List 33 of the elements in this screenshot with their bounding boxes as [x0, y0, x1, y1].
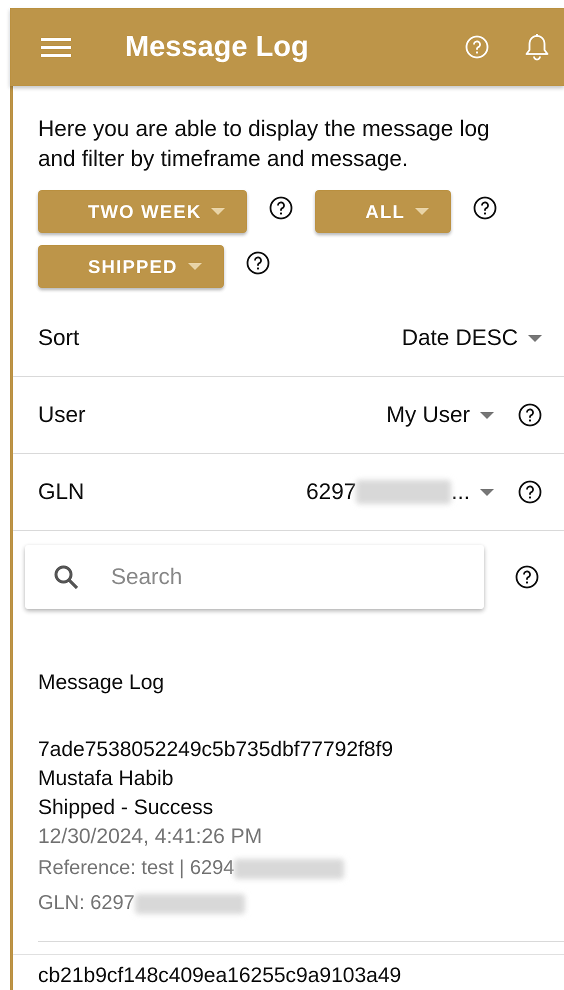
setting-label: GLN — [38, 479, 84, 505]
search-field[interactable]: Search — [25, 545, 484, 609]
timestamp: 12/30/2024, 4:41:26 PM — [38, 824, 264, 850]
setting-value[interactable]: My User — [386, 402, 470, 428]
caret-icon — [188, 263, 202, 270]
page-title: Message Log — [125, 30, 310, 64]
help-icon[interactable] — [518, 480, 542, 504]
gln-text: GLN: 6297 — [38, 892, 135, 915]
search-icon — [53, 564, 79, 590]
reference-text: Reference: test | 6294 — [38, 857, 234, 880]
bell-icon[interactable] — [524, 33, 550, 61]
message-status: Shipped - Success — [38, 795, 214, 821]
section-title: Message Log — [38, 671, 166, 695]
caret-icon[interactable] — [480, 412, 494, 418]
caret-icon — [211, 208, 226, 215]
caret-icon[interactable] — [528, 334, 542, 342]
help-icon[interactable] — [472, 196, 497, 220]
help-icon[interactable] — [515, 565, 539, 589]
setting-value[interactable]: Date DESC — [402, 325, 518, 351]
caret-icon[interactable] — [480, 488, 494, 496]
message-id: cb21b9cf148c409ea16255c9a9103a49 — [38, 963, 402, 989]
description-text: Here you are able to display the message log and filter by timeframe and message. — [38, 115, 491, 173]
help-icon[interactable] — [269, 196, 294, 220]
help-icon[interactable] — [246, 251, 270, 275]
caret-icon — [414, 208, 429, 215]
ellipsis-text: ... — [451, 479, 470, 505]
menu-icon[interactable] — [41, 37, 71, 57]
help-icon[interactable] — [518, 403, 542, 427]
user-name: Mustafa Habib — [38, 766, 174, 792]
setting-label: Sort — [38, 325, 80, 351]
setting-label: User — [38, 402, 86, 428]
setting-value[interactable]: 6297 — [306, 479, 356, 505]
message-id: 7ade7538052249c5b735dbf77792f8f9 — [38, 737, 394, 763]
